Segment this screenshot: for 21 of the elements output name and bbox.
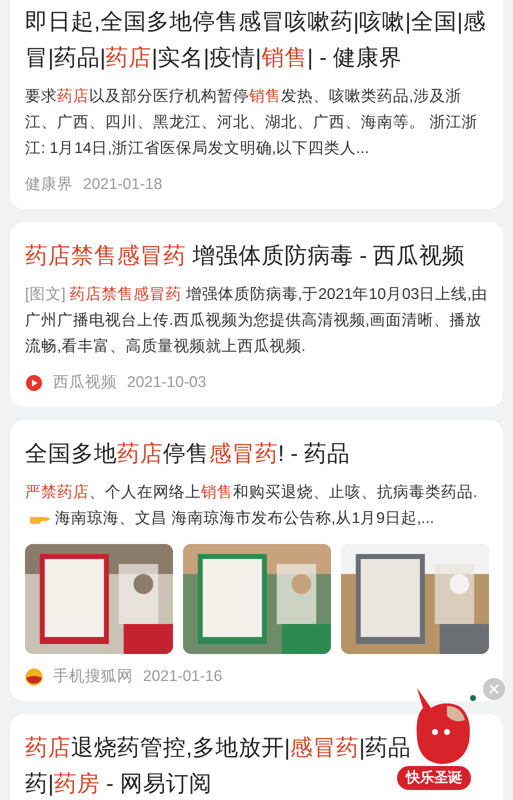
publish-date: 2021-10-03 [127, 374, 206, 392]
result-title: 药|药房 - 网易订阅 [25, 771, 212, 796]
result-title: 即日起,全国多地停售感冒咳嗽药|咳嗽|全国|感冒|药品|药店|实名|疫情|销售| - 健康界 [25, 9, 486, 70]
result-title: 药店退烧药管控,多地放开|感冒药|药品 [25, 735, 411, 760]
promo-badge[interactable]: 快乐圣诞 [397, 766, 471, 790]
result-card[interactable]: 即日起,全国多地停售感冒咳嗽药|咳嗽|全国|感冒|药品|药店|实名|疫情|销售| - 健康界 要求药店以及部分医疗机构暂停销售发热、咳嗽类药品,涉及浙江、广西、四川、黑龙江、河北、湖北、广西、海南等。 浙江浙江: 1月14日,浙江省医保局发文明确,以下四类人... 健康界 2021-01-18 [10, 0, 503, 209]
publish-date: 2021-01-16 [143, 668, 222, 686]
publish-date: 2021-01-18 [83, 176, 162, 194]
fox-logo-icon [25, 668, 43, 686]
result-card[interactable]: 全国多地药店停售感冒药! - 药品 严禁药店、个人在网络上销售和购买退烧、止咳、抗病毒类药品. 海南琼海、文昌 海南琼海市发布公告称,从1月9日起,... 手机搜狐网 2021-01-16 [10, 420, 503, 701]
source-name: 健康界 [25, 175, 73, 195]
result-title: 全国多地药店停售感冒药! - 药品 [25, 441, 350, 466]
close-icon[interactable] [489, 684, 499, 694]
result-title: 药店禁售感冒药 增强体质防病毒 - 西瓜视频 [25, 243, 466, 268]
result-snippet: [图文] 药店禁售感冒药 增强体质防病毒,于2021年10月03日上线,由广州广播电视台上传.西瓜视频为您提供高清视频,画面清晰、播放流畅,看丰富、高质量视频就上西瓜视频. [25, 285, 489, 357]
source-name: 西瓜视频 [53, 373, 117, 393]
result-card[interactable]: 药店禁售感冒药 增强体质防病毒 - 西瓜视频 [图文] 药店禁售感冒药 增强体质防病毒,于2021年10月03日上线,由广州广播电视台上传.西瓜视频为您提供高清视频,画面清晰、播放流畅,看丰富、高质量视频就上西瓜视频. 西瓜视频 2021-10-03 [10, 222, 503, 407]
source-name: 手机搜狐网 [53, 667, 133, 687]
play-logo-icon [25, 374, 43, 392]
result-snippet: 严禁药店、个人在网络上销售和购买退烧、止咳、抗病毒类药品. 海南琼海、文昌 海南琼海市发布公告称,从1月9日起,... [25, 483, 478, 529]
result-snippet: 要求药店以及部分医疗机构暂停销售发热、咳嗽类药品,涉及浙江、广西、四川、黑龙江、河北、湖北、广西、海南等。 浙江浙江: 1月14日,浙江省医保局发文明确,以下四类人... [25, 87, 478, 159]
